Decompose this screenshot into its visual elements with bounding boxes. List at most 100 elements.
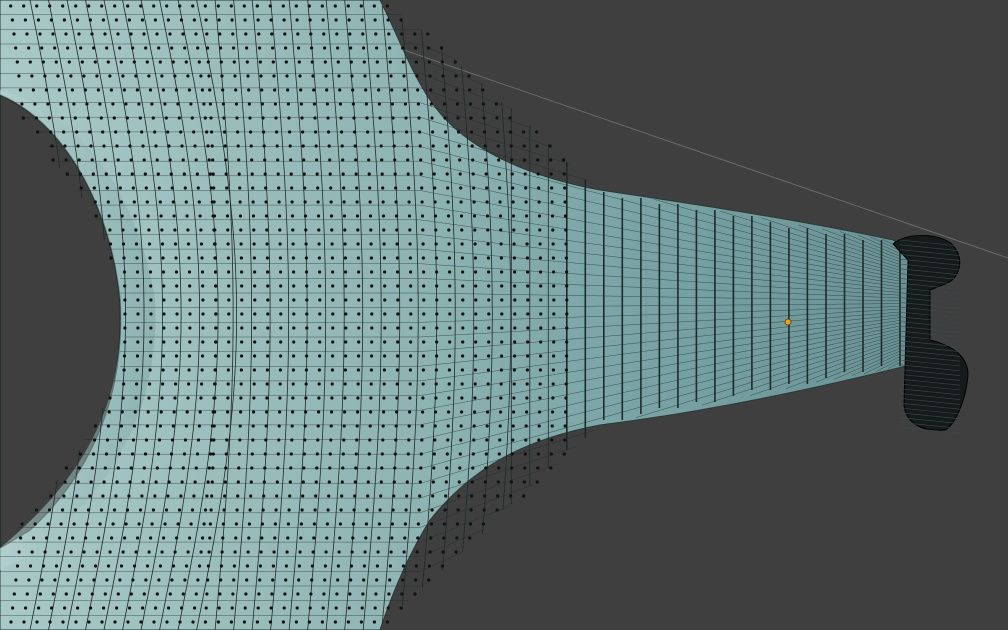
- vertex-dot: [500, 354, 504, 358]
- vertex-dot: [538, 410, 542, 414]
- vertex-dot: [191, 620, 195, 624]
- vertex-dot: [392, 130, 396, 134]
- vertex-dot: [184, 200, 188, 204]
- vertex-dot: [298, 74, 302, 78]
- vertex-dot: [79, 46, 83, 50]
- vertex-dot: [56, 74, 60, 78]
- vertex-dot: [409, 298, 413, 302]
- vertex-dot: [539, 340, 543, 344]
- vertex-dot: [175, 298, 179, 302]
- vertex-dot: [126, 4, 130, 8]
- 3d-viewport[interactable]: [0, 0, 1008, 630]
- vertex-dot: [304, 256, 308, 260]
- origin-icon[interactable]: [784, 318, 792, 326]
- vertex-dot: [474, 354, 478, 358]
- vertex-dot: [173, 74, 177, 78]
- vertex-dot: [315, 172, 319, 176]
- vertex-dot: [539, 270, 543, 274]
- vertex-dot: [184, 564, 189, 568]
- vertex-dot: [260, 536, 264, 540]
- vertex-dot: [194, 32, 198, 36]
- vertex-dot: [434, 396, 438, 400]
- vertex-dot: [382, 382, 386, 386]
- vertex-dot: [141, 480, 145, 484]
- vertex-dot: [497, 452, 501, 456]
- vertex-dot: [309, 32, 313, 36]
- vertex-dot: [366, 494, 370, 498]
- vertex-dot: [355, 186, 359, 190]
- vertex-dot: [329, 200, 333, 204]
- vertex-dot: [204, 18, 208, 22]
- vertex-dot: [213, 242, 217, 246]
- vertex-dot: [93, 60, 97, 64]
- vertex-dot: [341, 158, 345, 162]
- vertex-dot: [285, 74, 289, 78]
- vertex-dot: [31, 88, 35, 92]
- vertex-dot: [298, 550, 302, 554]
- vertex-dot: [249, 130, 253, 134]
- vertex-dot: [369, 368, 373, 372]
- vertex-dot: [420, 186, 424, 190]
- vertex-dot: [394, 214, 399, 218]
- vertex-dot: [535, 144, 539, 148]
- vertex-dot: [208, 172, 212, 176]
- vertex-dot: [203, 4, 207, 8]
- vertex-dot: [292, 354, 296, 358]
- vertex-dot: [70, 88, 74, 92]
- vertex-dot: [239, 256, 243, 260]
- vertex-dot: [266, 298, 270, 302]
- vertex-dot: [416, 522, 420, 526]
- vertex-dot: [240, 340, 244, 344]
- vertex-dot: [258, 46, 262, 50]
- vertex-dot: [23, 18, 27, 22]
- vertex-dot: [253, 298, 257, 302]
- vertex-dot: [421, 242, 425, 246]
- vertex-dot: [181, 466, 185, 470]
- vertex-dot: [259, 74, 263, 78]
- vertex-dot: [539, 312, 543, 316]
- vertex-dot: [342, 424, 346, 428]
- vertex-dot: [370, 354, 374, 358]
- vertex-dot: [252, 242, 256, 246]
- vertex-dot: [434, 256, 438, 260]
- vertex-dot: [205, 130, 209, 134]
- vertex-dot: [447, 396, 451, 400]
- vertex-dot: [536, 466, 540, 470]
- vertex-dot: [175, 536, 179, 540]
- vertex-dot: [257, 32, 261, 36]
- vertex-dot: [485, 214, 490, 218]
- vertex-dot: [380, 452, 384, 456]
- vertex-dot: [422, 284, 426, 288]
- vertex-dot: [108, 242, 113, 246]
- vertex-dot: [197, 424, 201, 428]
- vertex-dot: [247, 522, 251, 526]
- vertex-dot: [442, 536, 446, 540]
- vertex-dot: [386, 18, 390, 22]
- viewport-canvas[interactable]: [0, 0, 1008, 630]
- vertex-dot: [80, 60, 84, 64]
- vertex-dot: [131, 186, 135, 190]
- vertex-dot: [401, 578, 405, 582]
- vertex-dot: [539, 354, 543, 358]
- vertex-dot: [564, 228, 568, 232]
- vertex-dot: [333, 4, 337, 8]
- vertex-dot: [362, 60, 366, 64]
- vertex-dot: [290, 200, 294, 204]
- vertex-dot: [144, 578, 148, 582]
- vertex-dot: [270, 592, 274, 596]
- vertex-dot: [244, 592, 248, 596]
- vertex-dot: [174, 354, 179, 358]
- vertex-dot: [495, 116, 499, 120]
- vertex-dot: [460, 228, 464, 232]
- vertex-dot: [92, 438, 97, 442]
- vertex-dot: [270, 32, 274, 36]
- vertex-dot: [283, 32, 287, 36]
- vertex-dot: [279, 340, 283, 344]
- vertex-dot: [291, 242, 295, 246]
- vertex-dot: [46, 522, 50, 526]
- vertex-dot: [149, 536, 153, 540]
- vertex-dot: [381, 200, 385, 204]
- vertex-dot: [333, 620, 337, 624]
- vertex-dot: [563, 186, 567, 190]
- vertex-dot: [233, 550, 237, 554]
